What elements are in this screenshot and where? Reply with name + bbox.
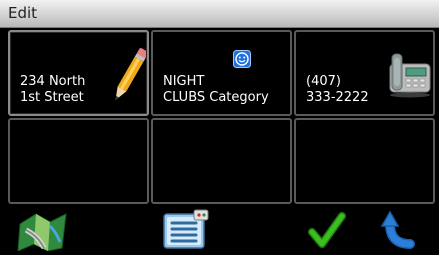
edit-grid: 234 North 1st Street NIGHT CLUBS Categor… [8, 30, 435, 206]
address-text: 234 North 1st Street [20, 74, 85, 106]
back-arrow-icon [380, 210, 415, 249]
title-bar: Edit [0, 0, 439, 28]
empty-tile-6[interactable] [294, 118, 435, 204]
phone-tile[interactable]: (407) 333-2222 [294, 30, 435, 116]
confirm-button[interactable] [306, 208, 346, 251]
list-menu-button[interactable] [158, 208, 212, 251]
category-tile[interactable]: NIGHT CLUBS Category [151, 30, 292, 116]
map-button[interactable] [16, 208, 68, 252]
bottom-toolbar [0, 208, 439, 252]
checkmark-icon [308, 212, 346, 248]
list-menu-icon [163, 209, 209, 249]
address-line-1: 234 North [20, 74, 86, 89]
back-button[interactable] [380, 208, 420, 251]
empty-tile-4[interactable] [8, 118, 149, 204]
phone-text: (407) 333-2222 [306, 74, 369, 106]
category-line-1: NIGHT [163, 74, 205, 89]
map-icon [17, 213, 67, 252]
address-line-2: 1st Street [20, 90, 84, 105]
category-text: NIGHT CLUBS Category [163, 74, 269, 106]
phone-line-1: (407) [306, 74, 341, 89]
page-title: Edit [8, 4, 38, 22]
category-line-2: CLUBS Category [163, 90, 269, 105]
empty-tile-5[interactable] [151, 118, 292, 204]
pencil-icon [115, 48, 146, 101]
telephone-icon [389, 53, 431, 98]
phone-line-2: 333-2222 [306, 90, 369, 105]
address-tile[interactable]: 234 North 1st Street [8, 30, 149, 116]
smiley-category-icon [233, 50, 251, 68]
